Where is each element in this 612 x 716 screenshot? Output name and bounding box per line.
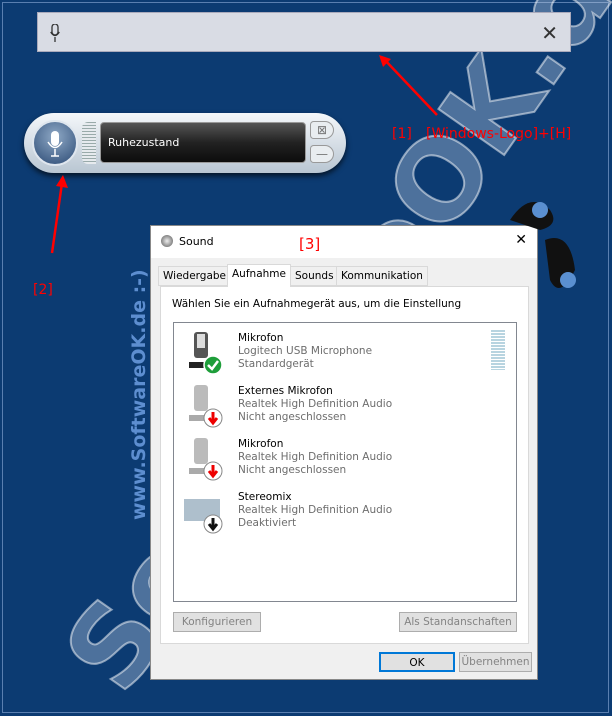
annotation-1: [1] — [392, 126, 412, 142]
speech-recognition-widget: Ruhezustand ⊠ — — [24, 113, 346, 173]
sound-dialog: Sound [3] ✕ Wiedergabe Aufnahme Sounds K… — [150, 225, 538, 680]
microphone-button[interactable] — [32, 120, 78, 166]
annotation-1-text: [Windows-Logo]+[H] — [426, 126, 572, 142]
set-default-button[interactable]: Als Standanschaften — [399, 612, 517, 632]
device-status: Deaktiviert — [238, 517, 297, 529]
speaker-icon — [161, 235, 173, 247]
level-meter — [82, 122, 96, 164]
tab-sounds[interactable]: Sounds — [290, 266, 339, 286]
dialog-title: Sound — [179, 235, 214, 248]
device-driver: Realtek High Definition Audio — [238, 451, 393, 463]
device-driver: Realtek High Definition Audio — [238, 398, 393, 410]
device-status: Nicht angeschlossen — [238, 411, 347, 423]
device-item[interactable]: Mikrofon Logitech USB Microphone Standar… — [174, 328, 504, 381]
tab-panel: Wählen Sie ein Aufnahmegerät aus, um die… — [160, 286, 529, 644]
close-icon[interactable]: ✕ — [541, 21, 558, 45]
tab-kommunikation[interactable]: Kommunikation — [336, 266, 428, 286]
device-list[interactable]: Mikrofon Logitech USB Microphone Standar… — [173, 322, 517, 602]
arrow-1 — [379, 55, 438, 116]
device-name: Mikrofon — [238, 332, 284, 344]
device-name: Stereomix — [238, 491, 292, 503]
annotation-2: [2] — [33, 282, 53, 298]
microphone-device-icon — [189, 332, 223, 375]
sound-card-disabled-icon — [184, 499, 223, 534]
instruction-text: Wählen Sie ein Aufnahmegerät aus, um die… — [172, 298, 462, 310]
microphone-icon — [47, 131, 63, 157]
device-status: Nicht angeschlossen — [238, 464, 347, 476]
arrow-2 — [50, 175, 68, 254]
tab-wiedergabe[interactable]: Wiedergabe — [158, 266, 232, 286]
microphone-disconnected-icon — [189, 385, 223, 428]
configure-button[interactable]: Konfigurieren — [173, 612, 261, 632]
device-item[interactable]: Stereomix Realtek High Definition Audio … — [174, 487, 504, 540]
mascot-figures — [510, 202, 576, 288]
microphone-icon[interactable] — [50, 24, 60, 42]
device-name: Mikrofon — [238, 438, 284, 450]
device-status: Standardgerät — [238, 358, 314, 370]
status-display: Ruhezustand — [100, 122, 306, 163]
minimize-button[interactable]: — — [310, 145, 334, 163]
voice-typing-bar[interactable]: ✕ — [37, 12, 571, 52]
device-driver: Realtek High Definition Audio — [238, 504, 393, 516]
title-bar: Sound [3] ✕ — [151, 226, 537, 258]
microphone-disconnected-icon — [189, 438, 223, 481]
device-name: Externes Mikrofon — [238, 385, 333, 397]
watermark-vertical: www.SoftwareOK.de :-) — [128, 269, 150, 520]
device-item[interactable]: Mikrofon Realtek High Definition Audio N… — [174, 434, 504, 487]
tab-aufnahme[interactable]: Aufnahme — [227, 264, 291, 287]
ok-button[interactable]: OK — [379, 652, 455, 672]
close-button[interactable]: ⊠ — [310, 121, 334, 139]
device-item[interactable]: Externes Mikrofon Realtek High Definitio… — [174, 381, 504, 434]
device-driver: Logitech USB Microphone — [238, 345, 373, 357]
apply-button[interactable]: Übernehmen — [459, 652, 532, 672]
annotation-3: [3] — [299, 235, 321, 253]
